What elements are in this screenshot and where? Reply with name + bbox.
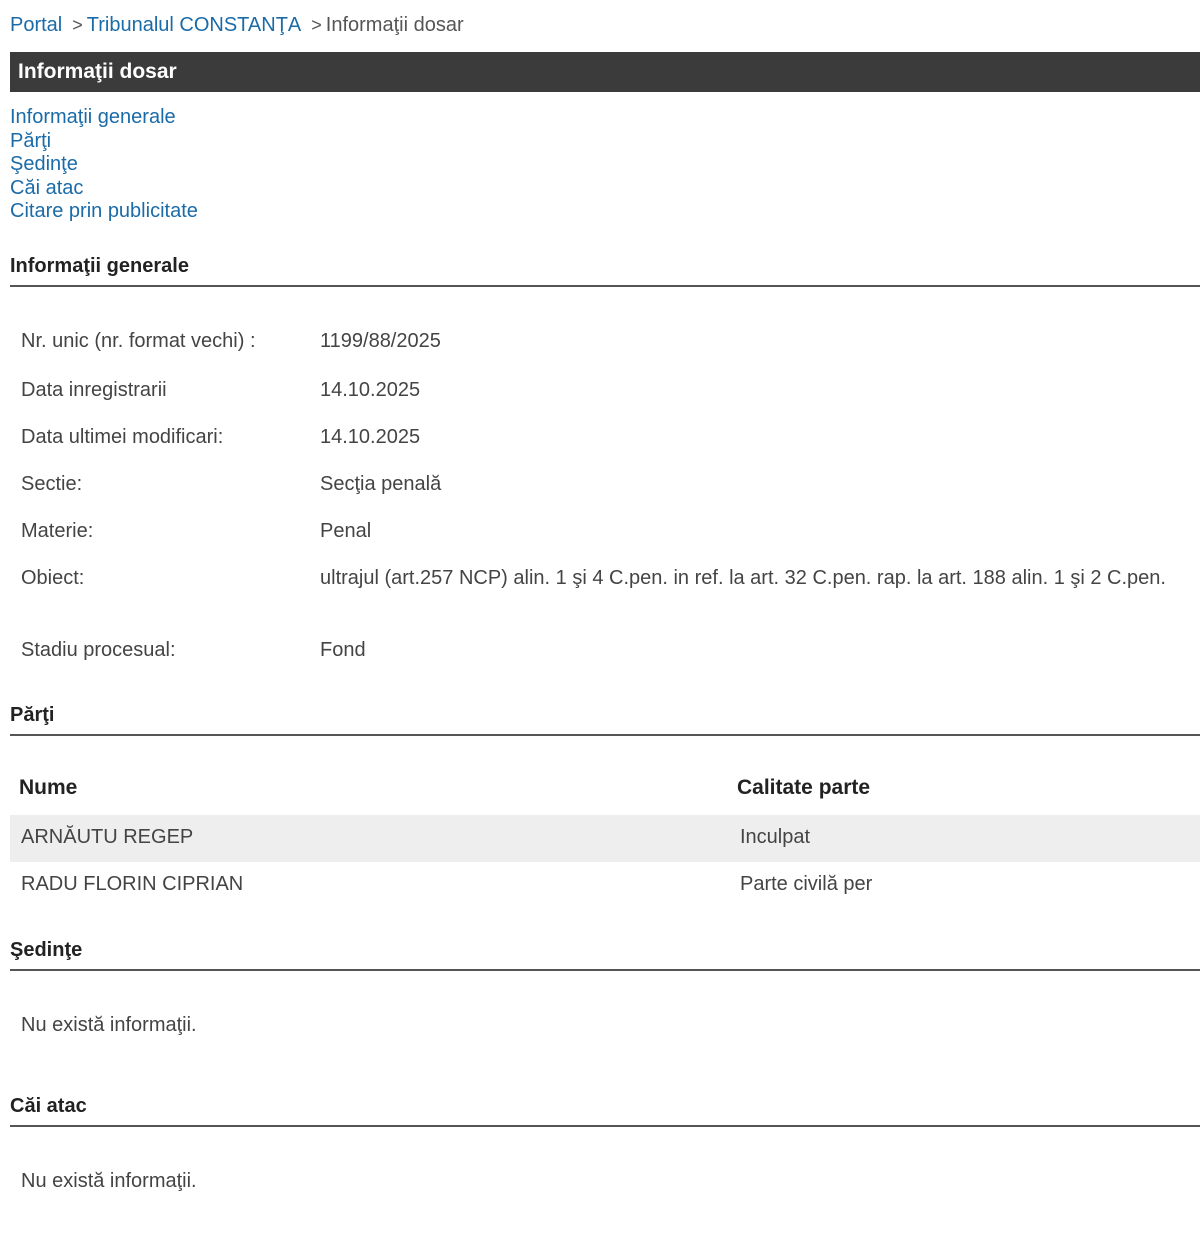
quick-nav: Informaţii generale Părţi Şedinţe Căi at… [10,106,198,224]
section-heading-hearings: Şedinţe [10,937,1200,971]
info-label: Stadiu procesual: [21,639,176,661]
breadcrumb-separator: > [72,15,83,35]
parties-table-header: Nume Calitate parte [10,770,1200,810]
info-value: 14.10.2025 [320,426,421,448]
info-label: Materie: [21,520,94,542]
breadcrumb-current: Informaţii dosar [325,14,464,36]
party-name: RADU FLORIN CIPRIAN [21,873,244,895]
info-label: Data inregistrarii [21,379,167,401]
column-header-role: Calitate parte [737,776,871,799]
hearings-empty-message: Nu există informaţii. [21,1014,197,1036]
breadcrumb: Portal > Tribunalul CONSTANŢA > Informaţii d… [10,12,464,38]
nav-link-public-summons[interactable]: Citare prin publicitate [10,200,198,224]
section-heading-parties: Părţi [10,702,1200,736]
page-title: Informaţii dosar [10,52,1200,92]
party-name: ARNĂUTU REGEP [21,826,194,848]
nav-link-parties[interactable]: Părţi [10,130,198,154]
info-value: 1199/88/2025 [320,330,441,352]
nav-link-hearings[interactable]: Şedinţe [10,153,198,177]
info-value: ultrajul (art.257 NCP) alin. 1 şi 4 C.pe… [320,567,1166,589]
info-label: Obiect: [21,567,85,589]
party-role: Parte civilă per [740,873,873,895]
section-heading-appeals: Căi atac [10,1093,1200,1127]
section-heading-general: Informaţii generale [10,253,1200,287]
info-value: Fond [320,639,366,661]
nav-link-appeals[interactable]: Căi atac [10,177,198,201]
info-value: Penal [320,520,372,542]
breadcrumb-link-portal[interactable]: Portal [10,14,62,36]
nav-link-general[interactable]: Informaţii generale [10,106,198,130]
party-role: Inculpat [740,826,811,848]
info-label: Data ultimei modificari: [21,426,224,448]
breadcrumb-separator: > [311,15,322,35]
info-value: 14.10.2025 [320,379,421,401]
info-value: Secţia penală [320,473,442,495]
column-header-name: Nume [19,776,78,799]
breadcrumb-link-tribunal[interactable]: Tribunalul CONSTANŢA [87,14,302,36]
info-label: Sectie: [21,473,83,495]
table-row: RADU FLORIN CIPRIAN Parte civilă per [10,862,1200,909]
appeals-empty-message: Nu există informaţii. [21,1170,197,1192]
info-label: Nr. unic (nr. format vechi) : [21,330,256,352]
table-row: ARNĂUTU REGEP Inculpat [10,815,1200,862]
